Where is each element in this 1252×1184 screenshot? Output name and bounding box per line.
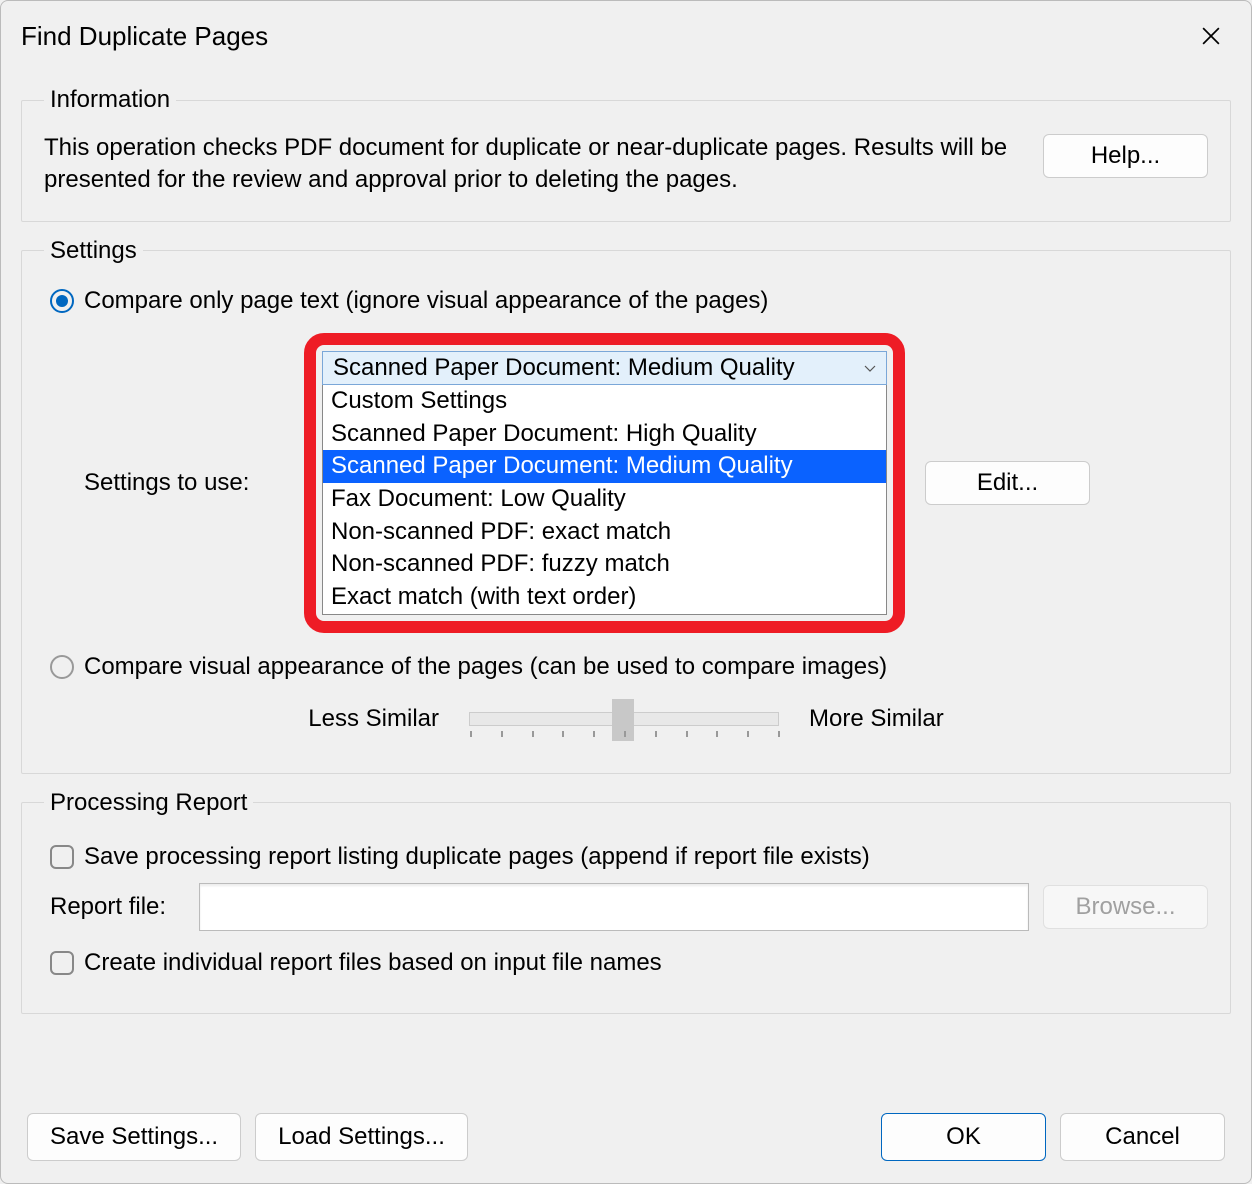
settings-dropdown-list: Custom SettingsScanned Paper Document: H… [322,385,887,615]
dropdown-option[interactable]: Fax Document: Low Quality [323,483,886,516]
individual-files-label: Create individual report files based on … [84,949,662,977]
settings-legend: Settings [44,237,143,265]
compare-visual-radio[interactable] [50,655,74,679]
browse-button: Browse... [1043,885,1208,929]
processing-report-group: Processing Report Save processing report… [21,789,1231,1014]
dropdown-option[interactable]: Custom Settings [323,385,886,418]
dropdown-option[interactable]: Scanned Paper Document: Medium Quality [323,450,886,483]
help-button[interactable]: Help... [1043,134,1208,178]
more-similar-label: More Similar [809,705,944,733]
individual-files-checkbox[interactable] [50,951,74,975]
chevron-down-icon [864,360,876,376]
close-icon [1202,27,1220,45]
save-report-checkbox[interactable] [50,845,74,869]
dialog-buttons: Save Settings... Load Settings... OK Can… [27,1113,1225,1161]
compare-text-radio-row[interactable]: Compare only page text (ignore visual ap… [50,287,1208,315]
settings-dropdown[interactable]: Scanned Paper Document: Medium Quality [322,351,887,385]
save-report-checkbox-row[interactable]: Save processing report listing duplicate… [50,843,1208,871]
information-legend: Information [44,86,176,114]
dialog-title: Find Duplicate Pages [21,21,268,52]
save-report-label: Save processing report listing duplicate… [84,843,870,871]
individual-files-checkbox-row[interactable]: Create individual report files based on … [50,949,1208,977]
dropdown-option[interactable]: Exact match (with text order) [323,581,886,614]
dropdown-option[interactable]: Scanned Paper Document: High Quality [323,418,886,451]
load-settings-button[interactable]: Load Settings... [255,1113,468,1161]
save-settings-button[interactable]: Save Settings... [27,1113,241,1161]
close-button[interactable] [1191,16,1231,56]
slider-ticks [470,731,780,737]
find-duplicate-pages-dialog: Find Duplicate Pages Information This op… [0,0,1252,1184]
settings-group: Settings Compare only page text (ignore … [21,237,1231,774]
compare-visual-radio-row[interactable]: Compare visual appearance of the pages (… [50,653,1208,681]
report-legend: Processing Report [44,789,253,817]
similarity-slider[interactable] [469,712,779,726]
ok-button[interactable]: OK [881,1113,1046,1161]
information-text: This operation checks PDF document for d… [44,132,1013,197]
dropdown-option[interactable]: Non-scanned PDF: exact match [323,516,886,549]
edit-button[interactable]: Edit... [925,461,1090,505]
information-group: Information This operation checks PDF do… [21,86,1231,222]
cancel-button[interactable]: Cancel [1060,1113,1225,1161]
compare-text-label: Compare only page text (ignore visual ap… [84,287,768,315]
similarity-slider-row: Less Similar More Similar [44,705,1208,733]
compare-visual-label: Compare visual appearance of the pages (… [84,653,887,681]
report-file-input[interactable] [199,883,1029,931]
compare-text-radio[interactable] [50,289,74,313]
settings-to-use-label: Settings to use: [84,469,284,497]
report-file-label: Report file: [50,893,185,921]
settings-dropdown-value: Scanned Paper Document: Medium Quality [333,354,795,382]
highlight-annotation: Scanned Paper Document: Medium Quality C… [304,333,905,633]
titlebar: Find Duplicate Pages [1,1,1251,61]
dropdown-option[interactable]: Non-scanned PDF: fuzzy match [323,548,886,581]
less-similar-label: Less Similar [308,705,439,733]
